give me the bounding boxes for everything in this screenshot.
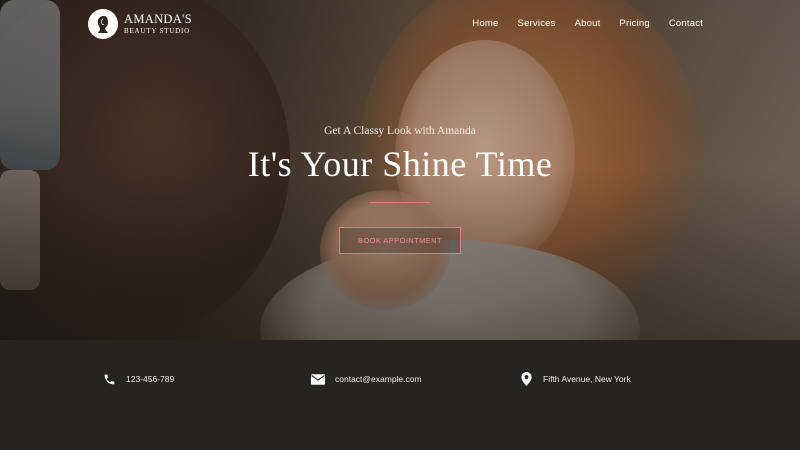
main-nav: Home Services About Pricing Contact xyxy=(472,18,703,29)
address-text: Fifth Avenue, New York xyxy=(543,374,631,384)
hero-tagline: Get A Classy Look with Amanda xyxy=(324,125,476,137)
woman-silhouette-icon xyxy=(88,9,118,39)
location-pin-icon xyxy=(519,372,533,386)
nav-about[interactable]: About xyxy=(575,18,601,29)
brand-subtitle: BEAUTY STUDIO xyxy=(124,27,190,36)
contact-address[interactable]: Fifth Avenue, New York xyxy=(519,372,631,386)
hero-headline: It's Your Shine Time xyxy=(247,144,553,184)
mail-icon xyxy=(311,372,325,386)
phone-icon xyxy=(102,372,116,386)
nav-home[interactable]: Home xyxy=(472,18,498,29)
nav-contact[interactable]: Contact xyxy=(669,18,703,29)
page: AMANDA'S BEAUTY STUDIO Home Services Abo… xyxy=(0,0,800,450)
email-text: contact@example.com xyxy=(335,374,422,384)
contact-phone[interactable]: 123-456-789 xyxy=(102,372,174,386)
brand-logo[interactable]: AMANDA'S BEAUTY STUDIO xyxy=(88,9,192,39)
hero-divider xyxy=(370,202,430,203)
contact-bar xyxy=(0,340,800,450)
hero-section: AMANDA'S BEAUTY STUDIO Home Services Abo… xyxy=(0,0,800,340)
contact-email[interactable]: contact@example.com xyxy=(311,372,422,386)
phone-text: 123-456-789 xyxy=(126,374,175,384)
nav-pricing[interactable]: Pricing xyxy=(619,18,649,29)
book-appointment-button[interactable]: BOOK APPOINTMENT xyxy=(339,227,461,254)
brand-name: AMANDA'S xyxy=(124,11,192,26)
nav-services[interactable]: Services xyxy=(518,18,556,29)
